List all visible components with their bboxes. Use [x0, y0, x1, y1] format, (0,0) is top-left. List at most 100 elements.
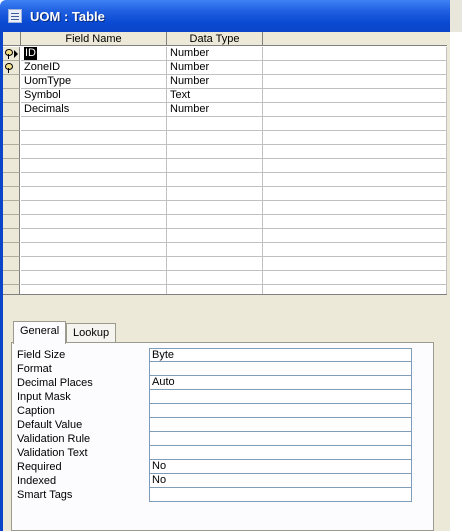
field-name-cell[interactable]	[21, 131, 167, 145]
row-selector[interactable]	[3, 257, 20, 271]
description-cell[interactable]	[263, 47, 447, 61]
table-row[interactable]	[3, 131, 447, 145]
data-type-cell[interactable]	[167, 271, 263, 285]
table-row[interactable]	[3, 243, 447, 257]
row-selector[interactable]	[3, 215, 20, 229]
table-row[interactable]	[3, 201, 447, 215]
field-name-cell[interactable]: ID	[21, 47, 167, 61]
table-row[interactable]	[3, 145, 447, 159]
data-type-cell[interactable]	[167, 159, 263, 173]
row-selector[interactable]	[3, 173, 20, 187]
property-value-field[interactable]	[149, 418, 412, 432]
field-name-cell[interactable]	[21, 187, 167, 201]
row-selector[interactable]	[3, 61, 20, 75]
property-value-field[interactable]: No	[149, 474, 412, 488]
description-cell[interactable]	[263, 103, 447, 117]
row-selector[interactable]	[3, 89, 20, 103]
data-type-cell[interactable]: Number	[167, 103, 263, 117]
field-name-cell[interactable]: Symbol	[21, 89, 167, 103]
table-row[interactable]	[3, 215, 447, 229]
data-type-cell[interactable]	[167, 215, 263, 229]
title-bar[interactable]: UOM : Table	[0, 0, 462, 32]
data-type-cell[interactable]	[167, 201, 263, 215]
property-value-field[interactable]: Byte	[149, 348, 412, 362]
row-selector[interactable]	[3, 159, 20, 173]
row-selector[interactable]	[3, 243, 20, 257]
field-name-cell[interactable]	[21, 271, 167, 285]
tab-general[interactable]: General	[13, 321, 67, 344]
description-cell[interactable]	[263, 75, 447, 89]
property-value-field[interactable]: Auto	[149, 376, 412, 390]
row-selector[interactable]	[3, 103, 20, 117]
row-selector[interactable]	[3, 229, 20, 243]
row-selector[interactable]	[3, 285, 20, 294]
column-header-description[interactable]	[263, 32, 447, 46]
property-value-field[interactable]	[149, 446, 412, 460]
table-row[interactable]	[3, 229, 447, 243]
property-value-field[interactable]: No	[149, 460, 412, 474]
row-selector[interactable]	[3, 75, 20, 89]
property-value-field[interactable]	[149, 432, 412, 446]
header-selector[interactable]	[3, 32, 21, 46]
data-type-cell[interactable]	[167, 145, 263, 159]
data-type-cell[interactable]: Number	[167, 47, 263, 61]
row-selector[interactable]	[3, 47, 20, 61]
row-selector[interactable]	[3, 271, 20, 285]
description-cell[interactable]	[263, 243, 447, 257]
property-value-field[interactable]	[149, 488, 412, 502]
description-cell[interactable]	[263, 131, 447, 145]
field-name-cell[interactable]	[21, 243, 167, 257]
data-type-cell[interactable]	[167, 117, 263, 131]
description-cell[interactable]	[263, 145, 447, 159]
row-selector[interactable]	[3, 187, 20, 201]
description-cell[interactable]	[263, 117, 447, 131]
table-row[interactable]	[3, 173, 447, 187]
field-name-cell[interactable]	[21, 215, 167, 229]
description-cell[interactable]	[263, 257, 447, 271]
field-name-cell[interactable]	[21, 145, 167, 159]
row-selector[interactable]	[3, 117, 20, 131]
field-name-cell[interactable]	[21, 159, 167, 173]
description-cell[interactable]	[263, 159, 447, 173]
row-selector[interactable]	[3, 201, 20, 215]
data-type-cell[interactable]	[167, 131, 263, 145]
table-row[interactable]: Decimals Number	[3, 103, 447, 117]
selected-field-text[interactable]: ID	[24, 47, 37, 60]
field-name-cell[interactable]	[21, 257, 167, 271]
field-name-cell[interactable]	[21, 117, 167, 131]
column-header-field-name[interactable]: Field Name	[21, 32, 167, 46]
table-row[interactable]: Symbol Text	[3, 89, 447, 103]
tab-lookup[interactable]: Lookup	[66, 323, 117, 344]
data-type-cell[interactable]	[167, 243, 263, 257]
description-cell[interactable]	[263, 229, 447, 243]
description-cell[interactable]	[263, 215, 447, 229]
table-row[interactable]: ID Number	[3, 47, 447, 61]
table-row[interactable]	[3, 117, 447, 131]
table-row[interactable]	[3, 285, 447, 294]
description-cell[interactable]	[263, 187, 447, 201]
table-row[interactable]	[3, 257, 447, 271]
field-name-cell[interactable]	[21, 201, 167, 215]
description-cell[interactable]	[263, 61, 447, 75]
description-cell[interactable]	[263, 271, 447, 285]
field-name-cell[interactable]	[21, 285, 167, 294]
data-type-cell[interactable]: Number	[167, 61, 263, 75]
data-type-cell[interactable]: Text	[167, 89, 263, 103]
table-row[interactable]	[3, 159, 447, 173]
row-selector[interactable]	[3, 131, 20, 145]
field-name-cell[interactable]: ZoneID	[21, 61, 167, 75]
description-cell[interactable]	[263, 285, 447, 294]
table-icon[interactable]	[8, 9, 22, 23]
table-design-grid[interactable]: Field Name Data Type ID Number ZoneID Numbe…	[3, 32, 447, 295]
field-name-cell[interactable]: Decimals	[21, 103, 167, 117]
data-type-cell[interactable]	[167, 187, 263, 201]
field-name-cell[interactable]	[21, 173, 167, 187]
table-row[interactable]: ZoneID Number	[3, 61, 447, 75]
data-type-cell[interactable]: Number	[167, 75, 263, 89]
description-cell[interactable]	[263, 89, 447, 103]
table-row[interactable]	[3, 187, 447, 201]
property-value-field[interactable]	[149, 404, 412, 418]
description-cell[interactable]	[263, 173, 447, 187]
data-type-cell[interactable]	[167, 257, 263, 271]
data-type-cell[interactable]	[167, 285, 263, 294]
